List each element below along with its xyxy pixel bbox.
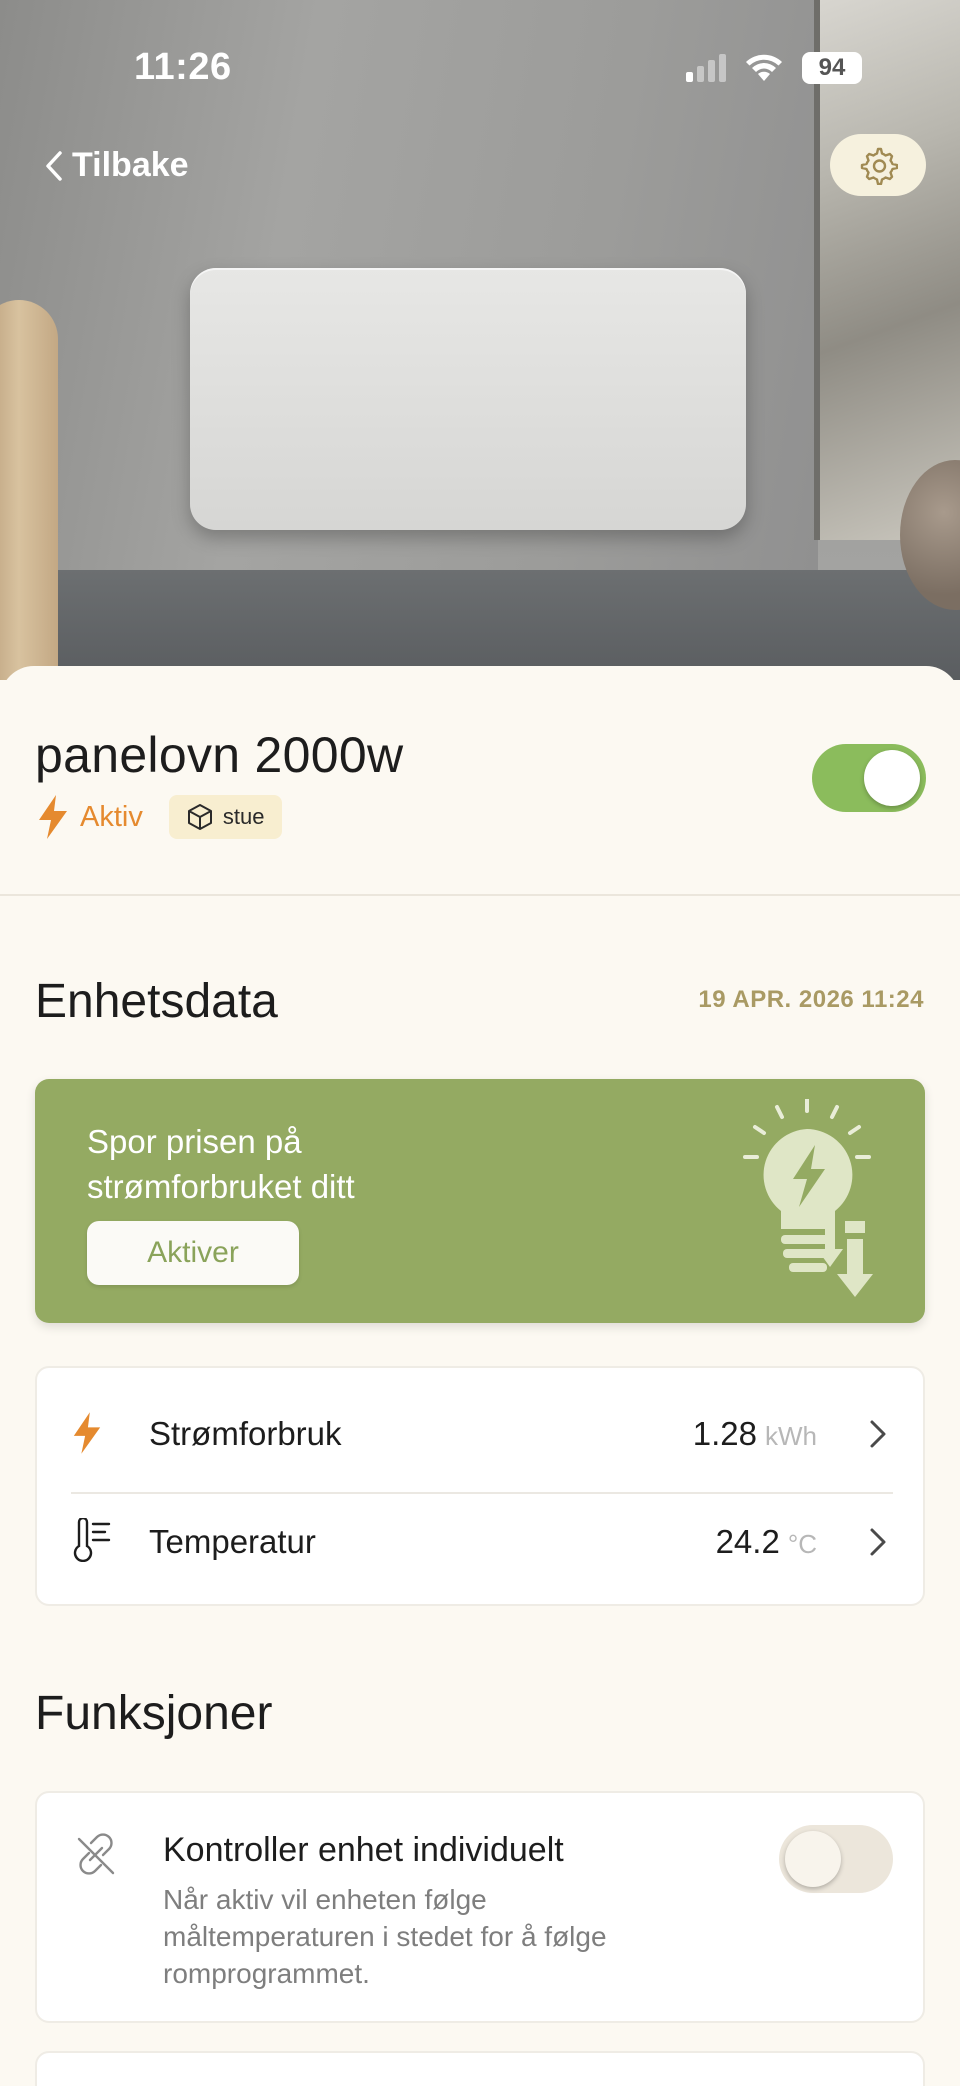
lightning-icon [39, 795, 67, 839]
status-time: 11:26 [134, 46, 232, 88]
chevron-right-icon [870, 1420, 886, 1448]
chevron-right-icon [870, 1528, 886, 1556]
wifi-icon [746, 54, 782, 81]
hero-floor [0, 570, 960, 680]
promo-text: Spor prisen på strømforbruket ditt [87, 1123, 355, 1205]
back-button[interactable]: Tilbake [44, 146, 189, 185]
metric-unit: °C [787, 1529, 817, 1559]
metric-number: 24.2 [715, 1523, 780, 1560]
room-name: stue [222, 804, 265, 829]
metric-label: Strømforbruk [149, 1415, 342, 1452]
function-title: Kontroller enhet individuelt [163, 1831, 564, 1869]
gear-icon [860, 147, 898, 185]
price-tracking-banner: Spor prisen på strømforbruket ditt Aktiv… [35, 1079, 925, 1323]
metrics-card: Strømforbruk 1.28 kWh Temperatur 24.2 °C [35, 1366, 925, 1606]
toggle-knob [785, 1831, 841, 1887]
toggle-knob [864, 750, 920, 806]
individual-control-toggle[interactable] [779, 1825, 893, 1893]
device-name: panelovn 2000w [35, 727, 404, 783]
status-icons: 94 [686, 52, 862, 84]
metric-label: Temperatur [149, 1523, 316, 1560]
back-label: Tilbake [72, 146, 189, 184]
device-hero-image: 11:26 94 Tilbake [0, 0, 960, 680]
device-status-row: Aktiv stue [36, 794, 283, 840]
data-timestamp: 19 APR. 2026 11:24 [698, 986, 924, 1013]
settings-button[interactable] [830, 134, 926, 196]
room-chip[interactable]: stue [168, 795, 283, 839]
unlink-icon [77, 1833, 115, 1875]
function-description: Når aktiv vil enheten følge måltemperatu… [163, 1884, 607, 1989]
hero-vase [0, 300, 58, 680]
metric-number: 1.28 [692, 1415, 757, 1452]
metric-value: 1.28 kWh [693, 1415, 817, 1453]
function-card-next [35, 2051, 925, 2086]
lightning-icon [73, 1412, 101, 1454]
battery-indicator: 94 [802, 52, 862, 84]
lightbulb-price-icon [743, 1099, 873, 1297]
divider [0, 894, 960, 896]
cube-icon [187, 804, 212, 830]
chevron-left-icon [46, 150, 62, 181]
device-data-title: Enhetsdata [35, 975, 278, 1028]
function-card-individual-control: Kontroller enhet individuelt Når aktiv v… [35, 1791, 925, 2023]
metric-value: 24.2 °C [716, 1523, 817, 1561]
device-power-toggle[interactable] [812, 744, 926, 812]
device-status-label: Aktiv [80, 800, 143, 833]
thermometer-icon [73, 1518, 111, 1562]
functions-title: Funksjoner [35, 1687, 273, 1740]
metric-unit: kWh [765, 1421, 817, 1451]
activate-button[interactable]: Aktiver [87, 1221, 299, 1285]
metric-row-temperature[interactable]: Temperatur 24.2 °C [37, 1488, 927, 1596]
metric-row-power[interactable]: Strømforbruk 1.28 kWh [37, 1380, 927, 1488]
hero-panel-heater [190, 268, 746, 530]
signal-icon [686, 54, 726, 82]
device-detail-sheet: panelovn 2000w Aktiv stue Enhetsdata 19 … [0, 666, 960, 2086]
